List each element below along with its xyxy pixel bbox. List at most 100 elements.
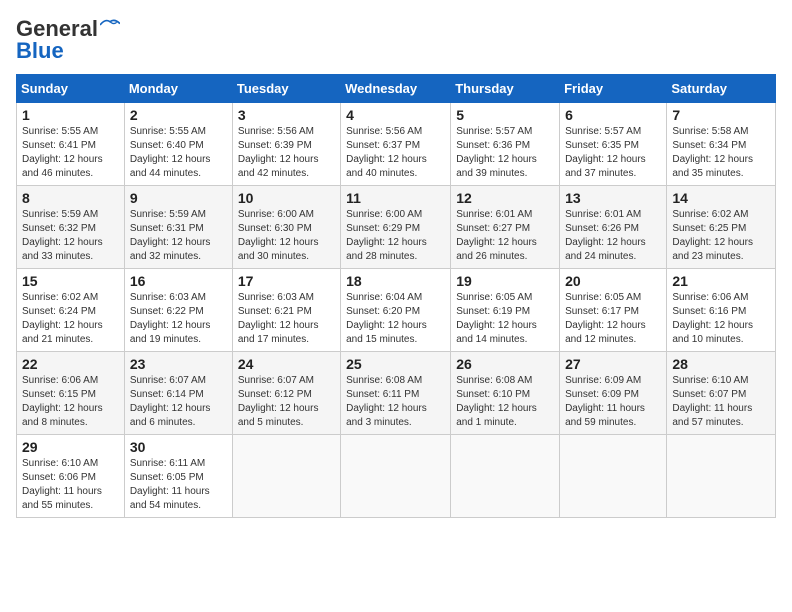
- calendar-cell: 13 Sunrise: 6:01 AMSunset: 6:26 PMDaylig…: [560, 186, 667, 269]
- page-header: General Blue: [16, 16, 776, 64]
- day-info: Sunrise: 5:57 AMSunset: 6:36 PMDaylight:…: [456, 126, 537, 179]
- calendar-cell: 22 Sunrise: 6:06 AMSunset: 6:15 PMDaylig…: [17, 352, 125, 435]
- logo-bird-icon: [100, 18, 120, 32]
- logo: General Blue: [16, 16, 120, 64]
- calendar-cell: 16 Sunrise: 6:03 AMSunset: 6:22 PMDaylig…: [124, 269, 232, 352]
- day-info: Sunrise: 6:05 AMSunset: 6:19 PMDaylight:…: [456, 292, 537, 345]
- day-number: 15: [22, 273, 119, 289]
- day-number: 3: [238, 107, 335, 123]
- day-info: Sunrise: 6:03 AMSunset: 6:21 PMDaylight:…: [238, 292, 319, 345]
- calendar-cell: 15 Sunrise: 6:02 AMSunset: 6:24 PMDaylig…: [17, 269, 125, 352]
- day-number: 30: [130, 439, 227, 455]
- calendar-cell: 3 Sunrise: 5:56 AMSunset: 6:39 PMDayligh…: [232, 103, 340, 186]
- calendar-cell: 1 Sunrise: 5:55 AMSunset: 6:41 PMDayligh…: [17, 103, 125, 186]
- calendar-cell: [667, 435, 776, 518]
- day-info: Sunrise: 5:59 AMSunset: 6:31 PMDaylight:…: [130, 209, 211, 262]
- day-number: 7: [672, 107, 770, 123]
- calendar-cell: 30 Sunrise: 6:11 AMSunset: 6:05 PMDaylig…: [124, 435, 232, 518]
- calendar-cell: 5 Sunrise: 5:57 AMSunset: 6:36 PMDayligh…: [451, 103, 560, 186]
- weekday-header: Wednesday: [341, 75, 451, 103]
- day-number: 22: [22, 356, 119, 372]
- day-number: 17: [238, 273, 335, 289]
- day-info: Sunrise: 6:07 AMSunset: 6:14 PMDaylight:…: [130, 375, 211, 428]
- day-number: 6: [565, 107, 661, 123]
- day-info: Sunrise: 6:11 AMSunset: 6:05 PMDaylight:…: [130, 458, 210, 511]
- calendar-cell: 7 Sunrise: 5:58 AMSunset: 6:34 PMDayligh…: [667, 103, 776, 186]
- day-number: 2: [130, 107, 227, 123]
- day-info: Sunrise: 6:04 AMSunset: 6:20 PMDaylight:…: [346, 292, 427, 345]
- day-info: Sunrise: 5:58 AMSunset: 6:34 PMDaylight:…: [672, 126, 753, 179]
- day-info: Sunrise: 5:56 AMSunset: 6:39 PMDaylight:…: [238, 126, 319, 179]
- day-number: 5: [456, 107, 554, 123]
- day-info: Sunrise: 6:01 AMSunset: 6:26 PMDaylight:…: [565, 209, 646, 262]
- day-info: Sunrise: 6:08 AMSunset: 6:11 PMDaylight:…: [346, 375, 427, 428]
- calendar-cell: 25 Sunrise: 6:08 AMSunset: 6:11 PMDaylig…: [341, 352, 451, 435]
- day-info: Sunrise: 6:01 AMSunset: 6:27 PMDaylight:…: [456, 209, 537, 262]
- day-number: 19: [456, 273, 554, 289]
- calendar-cell: [560, 435, 667, 518]
- calendar-cell: 29 Sunrise: 6:10 AMSunset: 6:06 PMDaylig…: [17, 435, 125, 518]
- day-info: Sunrise: 6:02 AMSunset: 6:24 PMDaylight:…: [22, 292, 103, 345]
- day-info: Sunrise: 6:00 AMSunset: 6:30 PMDaylight:…: [238, 209, 319, 262]
- day-number: 12: [456, 190, 554, 206]
- day-number: 14: [672, 190, 770, 206]
- day-number: 28: [672, 356, 770, 372]
- calendar-week-row: 1 Sunrise: 5:55 AMSunset: 6:41 PMDayligh…: [17, 103, 776, 186]
- day-info: Sunrise: 5:55 AMSunset: 6:40 PMDaylight:…: [130, 126, 211, 179]
- calendar-week-row: 29 Sunrise: 6:10 AMSunset: 6:06 PMDaylig…: [17, 435, 776, 518]
- day-number: 20: [565, 273, 661, 289]
- calendar-cell: 14 Sunrise: 6:02 AMSunset: 6:25 PMDaylig…: [667, 186, 776, 269]
- calendar-cell: 11 Sunrise: 6:00 AMSunset: 6:29 PMDaylig…: [341, 186, 451, 269]
- calendar-cell: 17 Sunrise: 6:03 AMSunset: 6:21 PMDaylig…: [232, 269, 340, 352]
- day-info: Sunrise: 5:56 AMSunset: 6:37 PMDaylight:…: [346, 126, 427, 179]
- weekday-header: Thursday: [451, 75, 560, 103]
- calendar-cell: 9 Sunrise: 5:59 AMSunset: 6:31 PMDayligh…: [124, 186, 232, 269]
- calendar-week-row: 22 Sunrise: 6:06 AMSunset: 6:15 PMDaylig…: [17, 352, 776, 435]
- weekday-header: Monday: [124, 75, 232, 103]
- calendar-cell: 10 Sunrise: 6:00 AMSunset: 6:30 PMDaylig…: [232, 186, 340, 269]
- weekday-header: Friday: [560, 75, 667, 103]
- day-number: 16: [130, 273, 227, 289]
- weekday-header: Saturday: [667, 75, 776, 103]
- day-number: 1: [22, 107, 119, 123]
- day-info: Sunrise: 6:06 AMSunset: 6:16 PMDaylight:…: [672, 292, 753, 345]
- calendar-cell: 26 Sunrise: 6:08 AMSunset: 6:10 PMDaylig…: [451, 352, 560, 435]
- day-info: Sunrise: 6:06 AMSunset: 6:15 PMDaylight:…: [22, 375, 103, 428]
- calendar-cell: 28 Sunrise: 6:10 AMSunset: 6:07 PMDaylig…: [667, 352, 776, 435]
- day-info: Sunrise: 6:10 AMSunset: 6:07 PMDaylight:…: [672, 375, 752, 428]
- calendar-cell: 27 Sunrise: 6:09 AMSunset: 6:09 PMDaylig…: [560, 352, 667, 435]
- calendar-cell: 2 Sunrise: 5:55 AMSunset: 6:40 PMDayligh…: [124, 103, 232, 186]
- day-info: Sunrise: 6:03 AMSunset: 6:22 PMDaylight:…: [130, 292, 211, 345]
- weekday-header: Tuesday: [232, 75, 340, 103]
- day-info: Sunrise: 6:07 AMSunset: 6:12 PMDaylight:…: [238, 375, 319, 428]
- calendar-cell: 19 Sunrise: 6:05 AMSunset: 6:19 PMDaylig…: [451, 269, 560, 352]
- day-info: Sunrise: 5:59 AMSunset: 6:32 PMDaylight:…: [22, 209, 103, 262]
- day-number: 13: [565, 190, 661, 206]
- day-info: Sunrise: 6:10 AMSunset: 6:06 PMDaylight:…: [22, 458, 102, 511]
- calendar-week-row: 8 Sunrise: 5:59 AMSunset: 6:32 PMDayligh…: [17, 186, 776, 269]
- day-info: Sunrise: 6:08 AMSunset: 6:10 PMDaylight:…: [456, 375, 537, 428]
- calendar-table: SundayMondayTuesdayWednesdayThursdayFrid…: [16, 74, 776, 518]
- day-number: 27: [565, 356, 661, 372]
- day-number: 21: [672, 273, 770, 289]
- day-number: 25: [346, 356, 445, 372]
- calendar-week-row: 15 Sunrise: 6:02 AMSunset: 6:24 PMDaylig…: [17, 269, 776, 352]
- day-number: 11: [346, 190, 445, 206]
- day-info: Sunrise: 6:09 AMSunset: 6:09 PMDaylight:…: [565, 375, 645, 428]
- day-number: 18: [346, 273, 445, 289]
- calendar-cell: [232, 435, 340, 518]
- day-number: 4: [346, 107, 445, 123]
- day-number: 24: [238, 356, 335, 372]
- day-number: 29: [22, 439, 119, 455]
- calendar-cell: [341, 435, 451, 518]
- calendar-cell: [451, 435, 560, 518]
- calendar-cell: 6 Sunrise: 5:57 AMSunset: 6:35 PMDayligh…: [560, 103, 667, 186]
- calendar-cell: 24 Sunrise: 6:07 AMSunset: 6:12 PMDaylig…: [232, 352, 340, 435]
- calendar-cell: 21 Sunrise: 6:06 AMSunset: 6:16 PMDaylig…: [667, 269, 776, 352]
- calendar-cell: 23 Sunrise: 6:07 AMSunset: 6:14 PMDaylig…: [124, 352, 232, 435]
- logo-blue: Blue: [16, 38, 64, 64]
- calendar-cell: 12 Sunrise: 6:01 AMSunset: 6:27 PMDaylig…: [451, 186, 560, 269]
- day-number: 26: [456, 356, 554, 372]
- day-number: 8: [22, 190, 119, 206]
- day-info: Sunrise: 5:55 AMSunset: 6:41 PMDaylight:…: [22, 126, 103, 179]
